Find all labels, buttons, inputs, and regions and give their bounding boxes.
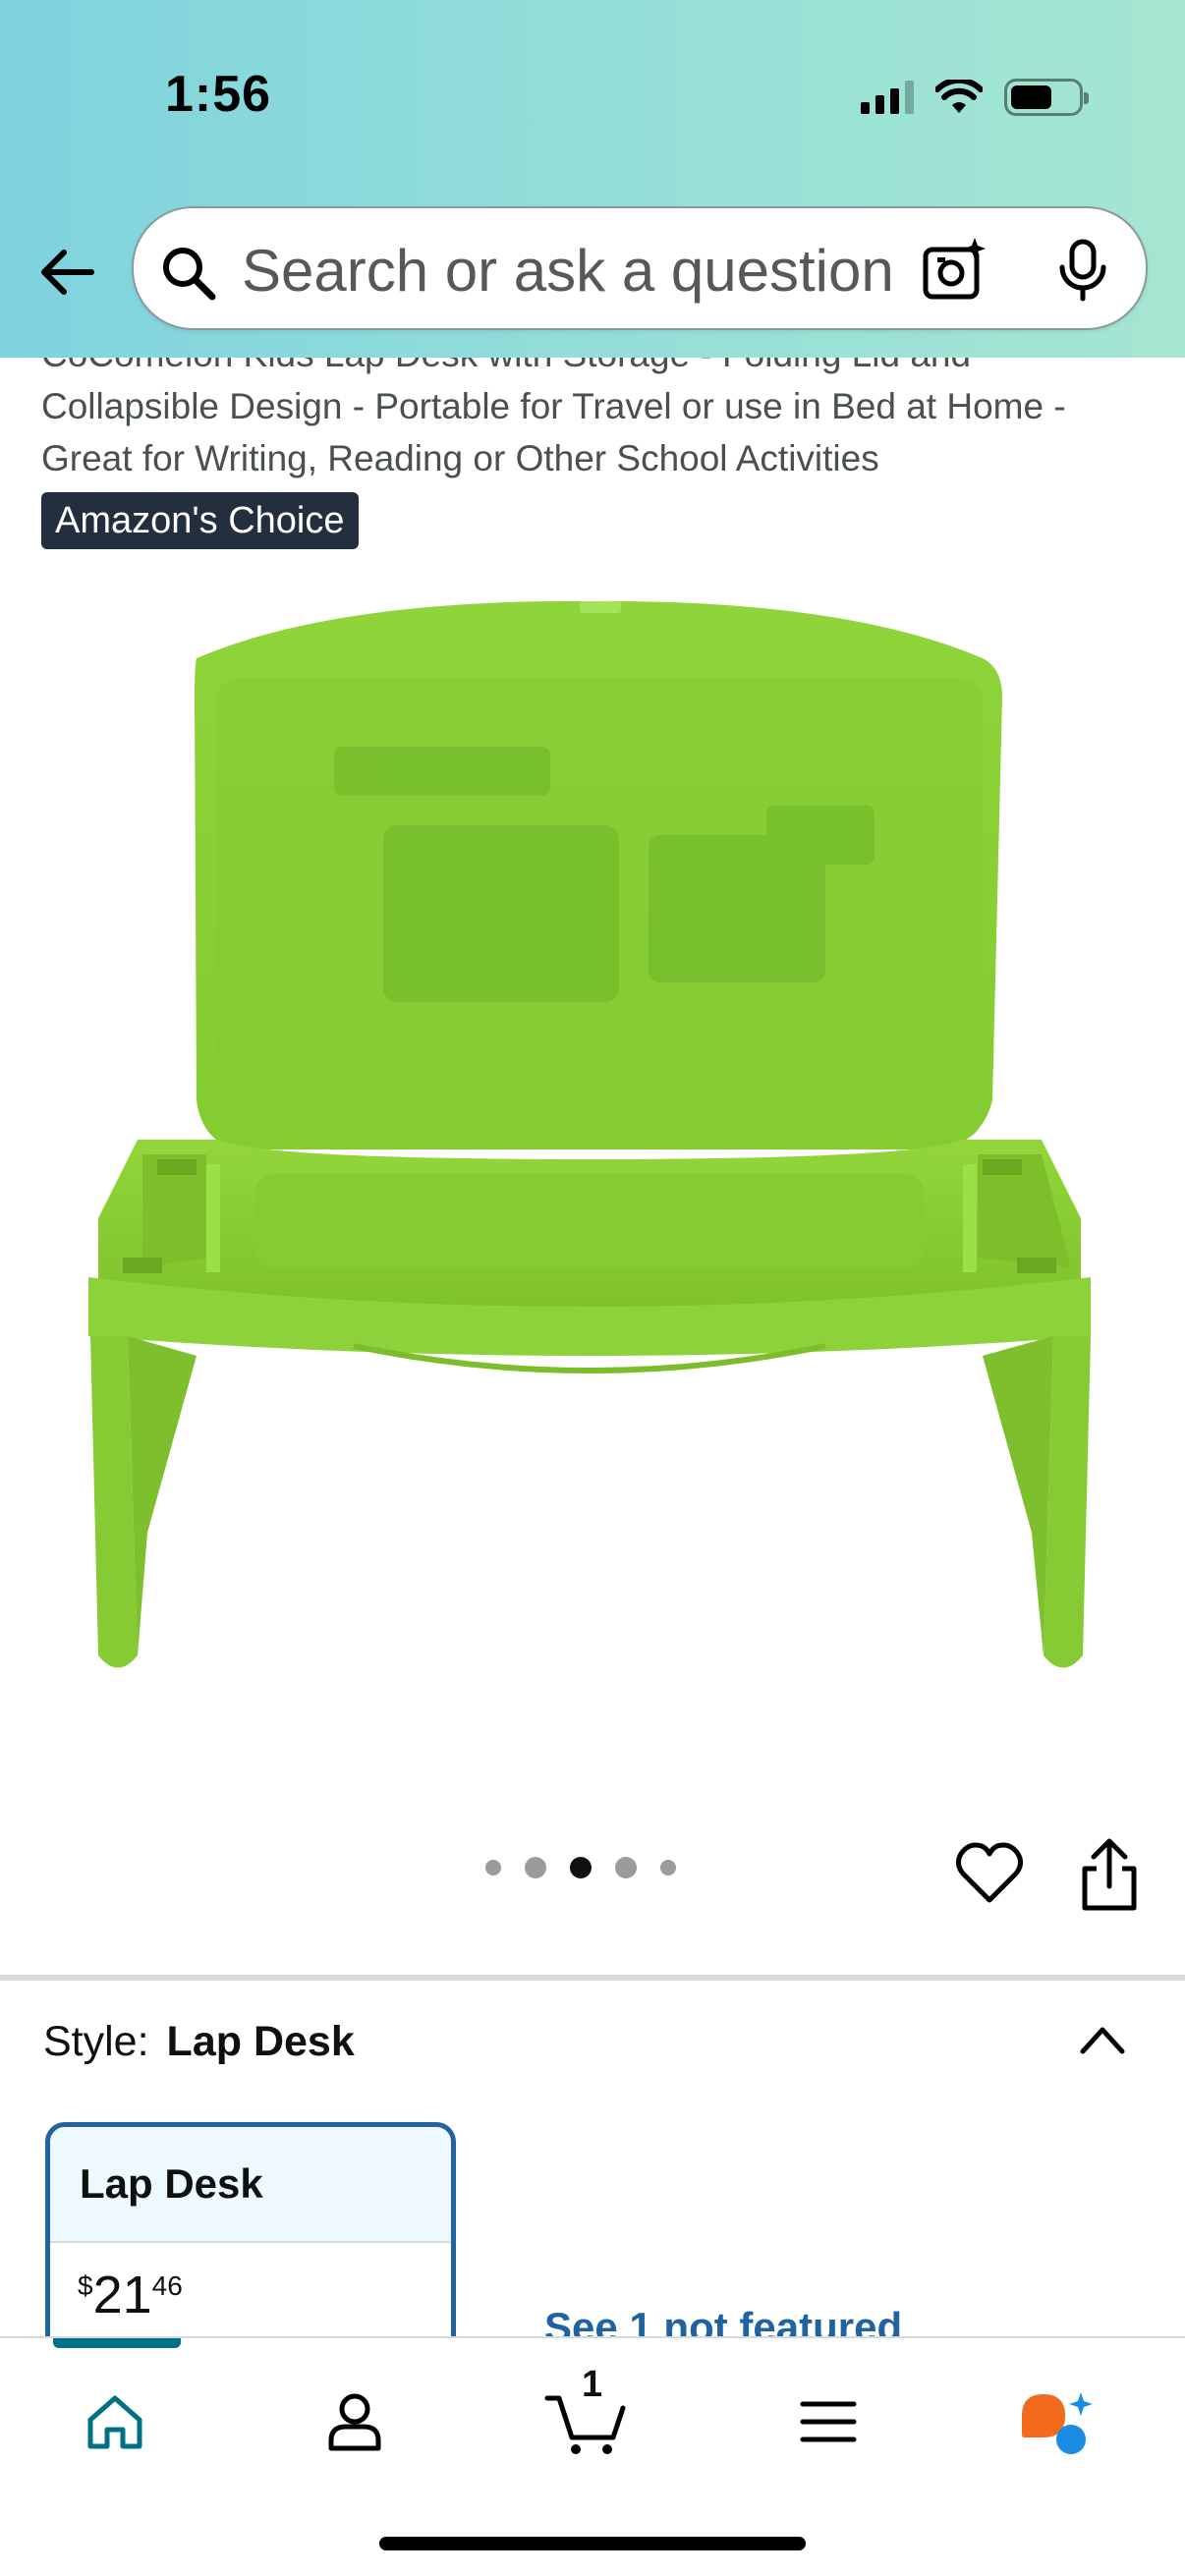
nav-account[interactable] — [310, 2378, 399, 2466]
cart-count: 1 — [582, 2364, 603, 2405]
style-label: Style: — [43, 2018, 149, 2065]
back-button[interactable] — [29, 236, 102, 308]
status-icons — [861, 73, 1089, 122]
arrow-left-icon — [41, 250, 94, 295]
style-option-name: Lap Desk — [50, 2127, 451, 2243]
battery-icon — [1004, 79, 1089, 116]
price-symbol: $ — [78, 2270, 93, 2301]
carousel-dot[interactable] — [485, 1860, 501, 1876]
microphone-icon[interactable] — [1055, 238, 1110, 303]
style-option-price: $2146 — [50, 2243, 451, 2325]
carousel-dot[interactable] — [615, 1857, 637, 1878]
section-divider — [0, 1975, 1185, 1981]
camera-search-icon[interactable] — [920, 236, 988, 305]
active-tab-indicator — [53, 2338, 181, 2348]
status-time: 1:56 — [165, 66, 272, 123]
search-icon — [163, 248, 216, 301]
cellular-signal-icon — [861, 81, 914, 114]
product-title-block: CoComelon Kids Lap Desk with Storage - F… — [41, 328, 1152, 549]
nav-rufus[interactable] — [1012, 2378, 1100, 2466]
style-selector-header[interactable]: Style: Lap Desk — [43, 2018, 355, 2066]
carousel-dot[interactable] — [660, 1860, 676, 1876]
price-fraction: 46 — [151, 2270, 183, 2301]
app-header: 1:56 — [0, 0, 1185, 358]
search-bar[interactable] — [132, 206, 1148, 330]
nav-home[interactable] — [71, 2378, 159, 2466]
nav-menu[interactable] — [784, 2378, 873, 2466]
account-icon — [328, 2393, 381, 2451]
amazons-choice-badge[interactable]: Amazon's Choice — [41, 492, 359, 549]
style-selected-value: Lap Desk — [166, 2018, 355, 2065]
home-indicator — [379, 2537, 806, 2550]
carousel-dot[interactable] — [525, 1857, 546, 1878]
chevron-up-icon[interactable] — [1077, 2020, 1128, 2059]
home-icon — [87, 2395, 142, 2449]
product-image[interactable] — [59, 589, 1120, 1749]
price-whole: 21 — [92, 2266, 152, 2324]
menu-icon — [800, 2401, 857, 2442]
rufus-icon — [1022, 2392, 1093, 2454]
share-icon[interactable] — [1077, 1835, 1142, 1914]
carousel-dot-active[interactable] — [570, 1857, 592, 1878]
wishlist-heart-icon[interactable] — [953, 1837, 1026, 1910]
wifi-icon — [935, 80, 983, 113]
image-carousel-dots[interactable] — [485, 1857, 676, 1878]
nav-cart[interactable]: 1 — [542, 2364, 631, 2466]
